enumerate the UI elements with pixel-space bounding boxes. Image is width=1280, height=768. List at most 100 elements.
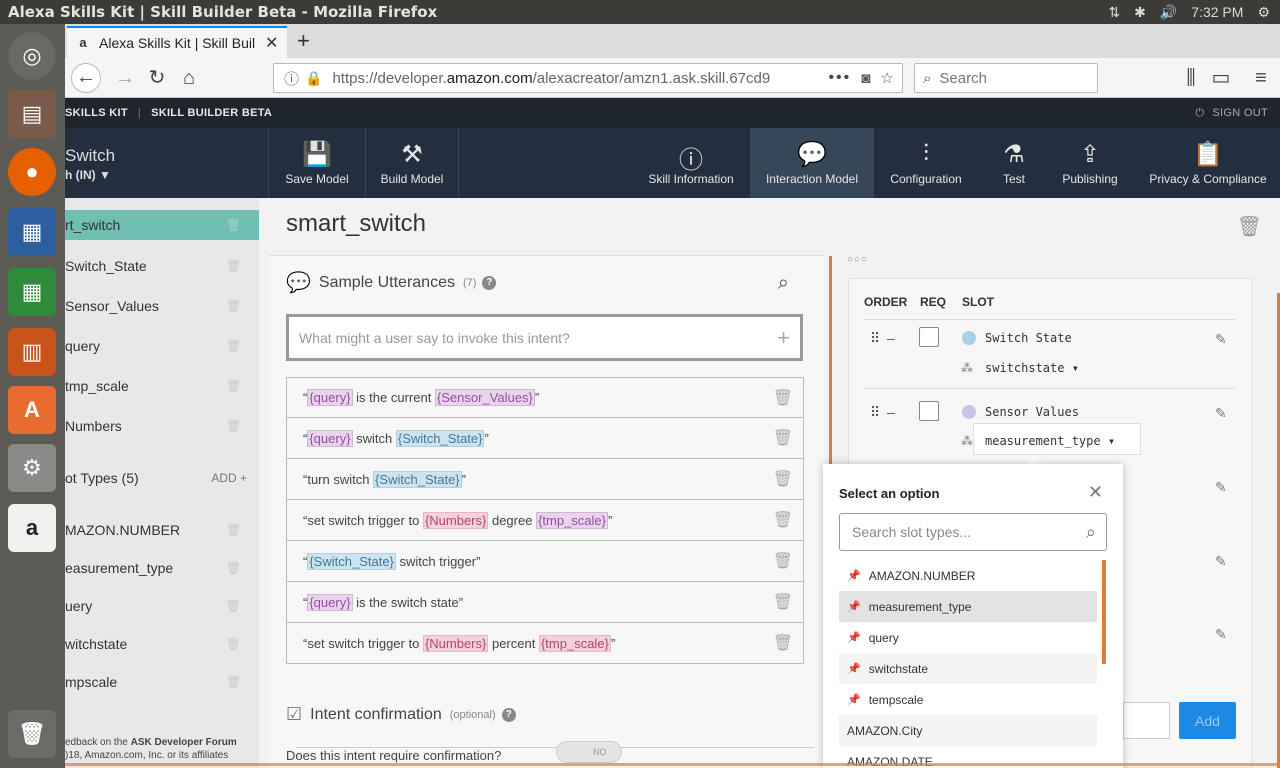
drag-handle-icon[interactable]: ⠿ xyxy=(870,330,880,347)
bluetooth-icon[interactable]: ✱ xyxy=(1134,4,1146,21)
slot-chip[interactable]: {Numbers} xyxy=(422,511,489,529)
sidebar-item-intent[interactable]: Numbers 🗑 xyxy=(65,411,259,441)
options-scrollbar[interactable] xyxy=(1102,560,1106,664)
browser-tab[interactable]: a Alexa Skills Kit | Skill Buil ✕ xyxy=(67,26,287,58)
slot-type-option[interactable]: 📌 AMAZON.NUMBER xyxy=(839,560,1097,591)
utterance-row[interactable]: “{query} switch {Switch_State}” 🗑 xyxy=(286,418,804,459)
slot-type-option[interactable]: AMAZON.City xyxy=(839,715,1097,746)
add-slot-button[interactable]: Add xyxy=(1179,702,1236,739)
slot-type-select[interactable]: switchstate ▾ xyxy=(985,361,1079,375)
locale-selector[interactable]: h (IN) ▼ xyxy=(65,168,111,182)
delete-utterance-icon[interactable]: 🗑 xyxy=(773,551,793,571)
close-tab-icon[interactable]: ✕ xyxy=(265,33,278,53)
test-tab[interactable]: ⚗ Test xyxy=(984,128,1044,198)
trash-icon[interactable]: 🗑 xyxy=(226,339,241,353)
add-slot-type-button[interactable]: ADD + xyxy=(211,471,247,485)
sidebar-item-intent[interactable]: rt_switch 🗑 xyxy=(65,210,259,240)
utterance-text[interactable]: “{Switch_State} switch trigger” xyxy=(303,552,480,570)
edit-pencil-icon[interactable]: ✎ xyxy=(1215,405,1227,422)
new-slot-input[interactable] xyxy=(1123,702,1170,739)
slot-chip[interactable]: {Switch_State} xyxy=(373,470,462,488)
delete-utterance-icon[interactable]: 🗑 xyxy=(773,388,793,408)
edit-pencil-icon[interactable]: ✎ xyxy=(1215,553,1227,570)
trash-icon[interactable]: 🗑 xyxy=(226,379,241,393)
slot-chip[interactable]: {Switch_State} xyxy=(395,429,485,447)
sidebar-item-intent[interactable]: Switch_State 🗑 xyxy=(65,251,259,281)
writer-icon[interactable]: ▦ xyxy=(8,208,56,256)
help-icon[interactable]: ? xyxy=(482,275,497,290)
sidebar-item-intent[interactable]: Sensor_Values 🗑 xyxy=(65,291,259,321)
sidebar-item-slot-type[interactable]: MAZON.NUMBER 🗑 xyxy=(65,515,259,545)
sidebar-item-slot-type[interactable]: uery 🗑 xyxy=(65,591,259,621)
utterance-row[interactable]: “{Switch_State} switch trigger” 🗑 xyxy=(286,541,804,582)
trash-icon[interactable]: 🗑 xyxy=(8,710,56,758)
confirmation-toggle[interactable]: NO xyxy=(556,741,622,763)
delete-utterance-icon[interactable]: 🗑 xyxy=(773,592,793,612)
required-checkbox[interactable] xyxy=(919,401,939,421)
interaction-model-tab[interactable]: 💬 Interaction Model xyxy=(750,128,874,198)
slot-chip[interactable]: {Sensor_Values} xyxy=(434,389,535,406)
slot-chip[interactable]: {query} xyxy=(307,429,353,447)
sidebar-icon[interactable]: ▭ xyxy=(1207,64,1235,92)
skill-name[interactable]: Switch xyxy=(65,146,115,166)
back-button[interactable]: ← xyxy=(71,63,101,93)
delete-utterance-icon[interactable]: 🗑 xyxy=(773,469,793,489)
required-checkbox[interactable] xyxy=(919,327,939,347)
delete-utterance-icon[interactable]: 🗑 xyxy=(773,510,793,530)
ask-brand[interactable]: SKILLS KIT xyxy=(65,107,128,119)
build-model-button[interactable]: ⚒ Build Model xyxy=(369,128,455,198)
new-tab-button[interactable]: + xyxy=(297,28,310,54)
edit-pencil-icon[interactable]: ✎ xyxy=(1215,331,1227,348)
utterance-text[interactable]: “set switch trigger to {Numbers} degree … xyxy=(303,511,612,529)
utterance-text[interactable]: “{query} is the current {Sensor_Values}” xyxy=(303,389,539,406)
utterance-text[interactable]: “{query} is the switch state” xyxy=(303,593,463,611)
slot-type-option[interactable]: 📌 measurement_type xyxy=(839,591,1097,622)
slot-type-option[interactable]: 📌 tempscale xyxy=(839,684,1097,715)
calc-icon[interactable]: ▦ xyxy=(8,268,56,316)
files-icon[interactable]: ▤ xyxy=(8,90,56,138)
trash-icon[interactable]: 🗑 xyxy=(226,259,241,273)
slot-type-search-input[interactable]: Search slot types... ⌕ xyxy=(839,513,1107,551)
trash-icon[interactable]: 🗑 xyxy=(226,218,241,232)
utterance-row[interactable]: “set switch trigger to {Numbers} percent… xyxy=(286,623,804,664)
utterance-input[interactable]: What might a user say to invoke this int… xyxy=(286,314,803,361)
trash-icon[interactable]: 🗑 xyxy=(226,675,241,689)
delete-intent-icon[interactable]: 🗑 xyxy=(1237,214,1262,239)
slot-chip[interactable]: {Switch_State} xyxy=(307,552,396,570)
save-model-button[interactable]: 💾 Save Model xyxy=(275,128,359,198)
utterance-row[interactable]: “set switch trigger to {Numbers} degree … xyxy=(286,500,804,541)
trash-icon[interactable]: 🗑 xyxy=(226,299,241,313)
system-settings-icon[interactable]: ⚙ xyxy=(8,444,56,492)
sidebar-item-slot-type[interactable]: witchstate 🗑 xyxy=(65,629,259,659)
sidebar-item-slot-type[interactable]: mpscale 🗑 xyxy=(65,667,259,697)
home-button[interactable]: ⌂ xyxy=(175,64,203,92)
volume-icon[interactable]: 🔊 xyxy=(1160,4,1177,21)
remove-slot-icon[interactable]: – xyxy=(887,404,895,420)
privacy-compliance-tab[interactable]: 📋 Privacy & Compliance xyxy=(1133,128,1280,198)
help-icon[interactable]: ? xyxy=(501,707,516,722)
sidebar-item-intent[interactable]: tmp_scale 🗑 xyxy=(65,371,259,401)
slot-chip[interactable]: {tmp_scale} xyxy=(538,634,611,652)
bookmark-star-icon[interactable]: ☆ xyxy=(880,69,893,87)
firefox-icon[interactable]: ● xyxy=(8,148,56,196)
utterance-text[interactable]: “turn switch {Switch_State}” xyxy=(303,470,466,488)
clock[interactable]: 7:32 PM xyxy=(1191,4,1243,20)
library-icon[interactable]: ⫼ xyxy=(1177,64,1205,92)
drag-handle-icon[interactable]: ⠿ xyxy=(870,404,880,421)
configuration-tab[interactable]: ⫶ Configuration xyxy=(881,128,971,198)
developer-forum-link[interactable]: ASK Developer Forum xyxy=(131,737,237,748)
impress-icon[interactable]: ▥ xyxy=(8,328,56,376)
trash-icon[interactable]: 🗑 xyxy=(226,599,241,613)
search-utterances-icon[interactable]: ⌕ xyxy=(778,272,789,295)
slot-name[interactable]: Sensor Values xyxy=(985,405,1079,419)
slot-type-option[interactable]: 📌 switchstate xyxy=(839,653,1097,684)
remove-slot-icon[interactable]: – xyxy=(887,330,895,346)
reload-button[interactable]: ↻ xyxy=(143,64,171,92)
url-bar[interactable]: ⓘ 🔒 https://developer.amazon.com/alexacr… xyxy=(273,63,903,93)
amazon-icon[interactable]: a xyxy=(8,504,56,552)
search-bar[interactable]: ⌕ Search xyxy=(914,63,1098,93)
utterance-text[interactable]: “set switch trigger to {Numbers} percent… xyxy=(303,634,615,652)
sign-out-link[interactable]: ⏻ SIGN OUT xyxy=(1195,107,1268,120)
publishing-tab[interactable]: ⇪ Publishing xyxy=(1055,128,1125,198)
close-icon[interactable]: ✕ xyxy=(1088,482,1103,503)
